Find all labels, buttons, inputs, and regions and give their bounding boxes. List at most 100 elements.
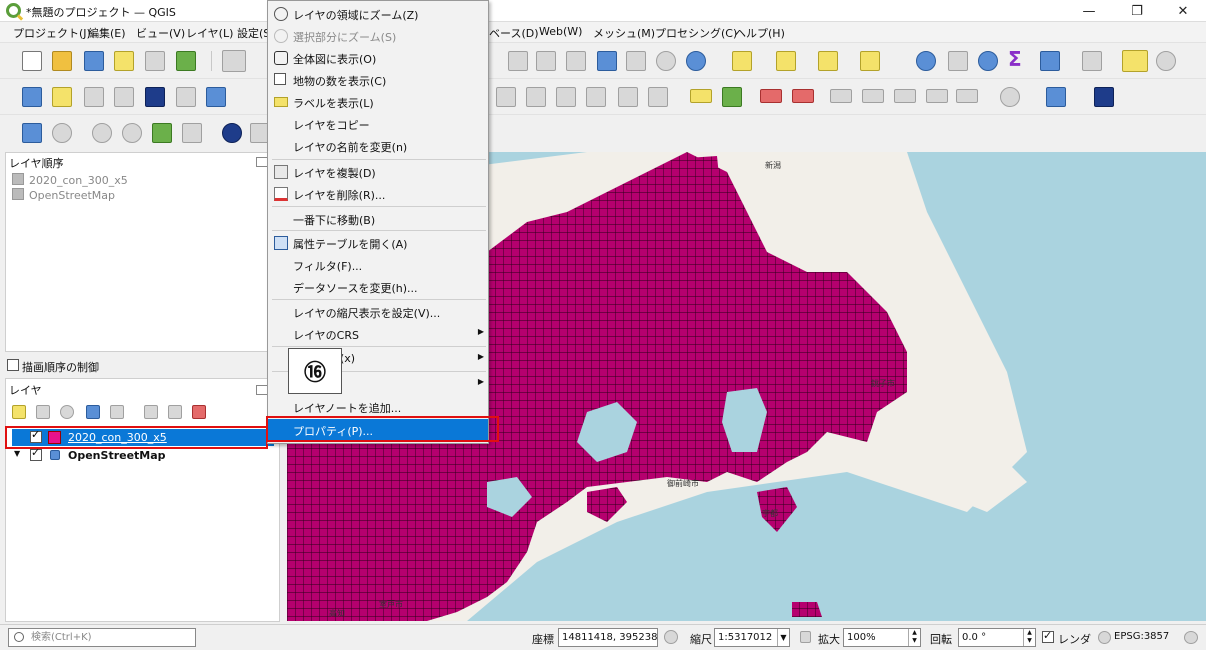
menu-processing[interactable]: プロセシング(C) [655, 25, 737, 41]
delete-selected-icon[interactable] [496, 87, 516, 107]
zoom-layer-toolbar-icon[interactable] [536, 51, 556, 71]
ctx-copy-layer[interactable]: レイヤをコピー [268, 113, 488, 135]
show-hide-labels-icon[interactable] [830, 89, 852, 103]
minimize-button[interactable]: — [1066, 0, 1112, 22]
menu-view[interactable]: ビュー(V) [136, 25, 185, 41]
ctx-change-data-source[interactable]: データソースを変更(h)... [268, 276, 488, 298]
highlight-pinned-labels-icon[interactable] [760, 89, 782, 103]
menu-help[interactable]: ヘルプ(H) [735, 25, 785, 41]
ctx-zoom-to-layer[interactable]: レイヤの領域にズーム(Z) [268, 3, 488, 25]
add-mesh-icon[interactable] [145, 87, 165, 107]
add-group-icon[interactable] [36, 405, 50, 419]
restore-button[interactable]: ❐ [1114, 0, 1160, 22]
pin-labels-icon[interactable] [792, 89, 814, 103]
menu-edit[interactable]: 編集(E) [88, 25, 126, 41]
control-rendering-order-checkbox[interactable] [7, 359, 19, 371]
redo-icon[interactable] [648, 87, 668, 107]
rotate-label-icon[interactable] [894, 89, 916, 103]
new-bookmark-icon[interactable] [626, 51, 646, 71]
processing-toolbox-icon[interactable] [978, 51, 998, 71]
add-polygon-icon[interactable] [152, 123, 172, 143]
add-line-icon[interactable] [122, 123, 142, 143]
remove-layer-toolbar-icon[interactable] [192, 405, 206, 419]
refresh-icon[interactable] [686, 51, 706, 71]
identify-icon[interactable] [916, 51, 936, 71]
ctx-duplicate-layer[interactable]: レイヤを複製(D) [268, 161, 488, 183]
menu-settings[interactable]: 設定(S [237, 25, 270, 41]
add-virtual-layer-icon[interactable] [176, 87, 196, 107]
spin-arrows-icon[interactable]: ▲ ▼ [1023, 629, 1035, 646]
globe-plugin-icon[interactable] [1000, 87, 1020, 107]
label-toolbar-icon[interactable] [690, 89, 712, 103]
zoom-in-icon[interactable] [508, 51, 528, 71]
advanced-digitize-icon[interactable] [22, 123, 42, 143]
pan-hand-icon[interactable] [222, 50, 246, 72]
copy-features-icon[interactable] [556, 87, 576, 107]
temporal-controller-icon[interactable] [656, 51, 676, 71]
layer-row-openstreetmap[interactable]: ▼ ✓ OpenStreetMap [12, 446, 274, 464]
collapse-all-icon[interactable] [168, 405, 182, 419]
info-icon[interactable] [222, 123, 242, 143]
zoom-selection-toolbar-icon[interactable] [566, 51, 586, 71]
collapse-arrow-icon[interactable]: ▼ [14, 449, 20, 458]
undo-icon[interactable] [618, 87, 638, 107]
save-project-icon[interactable] [84, 51, 104, 71]
coordinate-field[interactable]: 14811418, 3952384 [558, 628, 658, 647]
attribute-table-icon[interactable] [1040, 51, 1060, 71]
ctx-layer-crs[interactable]: レイヤのCRS ▶ [268, 323, 488, 345]
deselect-icon[interactable] [818, 51, 838, 71]
filter-expression-icon[interactable] [110, 405, 124, 419]
visibility-eye-icon[interactable] [60, 405, 74, 419]
select-features-icon[interactable] [732, 51, 752, 71]
messages-icon[interactable] [1184, 631, 1198, 644]
add-vector-icon[interactable] [84, 87, 104, 107]
add-point-icon[interactable] [92, 123, 112, 143]
python-console-icon[interactable] [1046, 87, 1066, 107]
ctx-move-to-bottom[interactable]: 一番下に移動(B) [268, 208, 488, 230]
crs-globe-icon[interactable] [1098, 631, 1111, 644]
lock-scale-icon[interactable] [800, 631, 811, 643]
style-layer-icon[interactable] [12, 405, 26, 419]
snapping-icon[interactable] [52, 123, 72, 143]
locator-search-input[interactable]: 検索(Ctrl+K) [8, 628, 196, 647]
cut-features-icon[interactable] [526, 87, 546, 107]
ctx-remove-layer[interactable]: レイヤを削除(R)... [268, 183, 488, 205]
menu-web[interactable]: Web(W) [539, 25, 582, 38]
ctx-zoom-to-selection[interactable]: 選択部分にズーム(S) [268, 25, 488, 47]
ctx-show-in-overview[interactable]: 全体図に表示(O) [268, 47, 488, 69]
crs-label[interactable]: EPSG:3857 [1114, 631, 1169, 642]
menu-mesh[interactable]: メッシュ(M) [593, 25, 655, 41]
menu-project[interactable]: プロジェクト(J) [13, 25, 91, 41]
dropdown-arrow-icon[interactable]: ▼ [777, 629, 789, 646]
magnifier-spinbox[interactable]: 100% ▲ ▼ [843, 628, 921, 647]
add-raster-icon[interactable] [52, 87, 72, 107]
add-wms-icon[interactable] [206, 87, 226, 107]
data-source-manager-icon[interactable] [22, 87, 42, 107]
spin-arrows-icon[interactable]: ▲ ▼ [908, 629, 920, 646]
zoom-last-icon[interactable] [597, 51, 617, 71]
help-contents-icon[interactable] [1094, 87, 1114, 107]
measure-icon[interactable] [1082, 51, 1102, 71]
statistics-sigma-icon[interactable]: Σ [1008, 49, 1028, 69]
scale-combobox[interactable]: 1:5317012 ▼ [714, 628, 790, 647]
filter-legend-icon[interactable] [86, 405, 100, 419]
move-label-icon[interactable] [862, 89, 884, 103]
gps-settings-icon[interactable] [1156, 51, 1176, 71]
paste-features-icon[interactable] [586, 87, 606, 107]
change-label-icon[interactable] [926, 89, 948, 103]
toggle-extents-icon[interactable] [664, 630, 678, 644]
layer-diagram-icon[interactable] [722, 87, 742, 107]
open-project-icon[interactable] [52, 51, 72, 71]
expand-all-icon[interactable] [144, 405, 158, 419]
ctx-show-labels[interactable]: ラベルを表示(L) [268, 91, 488, 113]
close-button[interactable]: ✕ [1160, 0, 1206, 22]
menu-database[interactable]: ベース(D) [489, 25, 539, 41]
select-location-icon[interactable] [860, 51, 880, 71]
add-delimited-text-icon[interactable] [114, 87, 134, 107]
field-calculator-icon[interactable] [948, 51, 968, 71]
menu-layer[interactable]: レイヤ(L) [186, 25, 233, 41]
ctx-set-scale-visibility[interactable]: レイヤの縮尺表示を設定(V)... [268, 301, 488, 323]
ctx-rename-layer[interactable]: レイヤの名前を変更(n) [268, 135, 488, 157]
ctx-show-feature-count[interactable]: 地物の数を表示(C) [268, 69, 488, 91]
style-manager-icon[interactable] [176, 51, 196, 71]
